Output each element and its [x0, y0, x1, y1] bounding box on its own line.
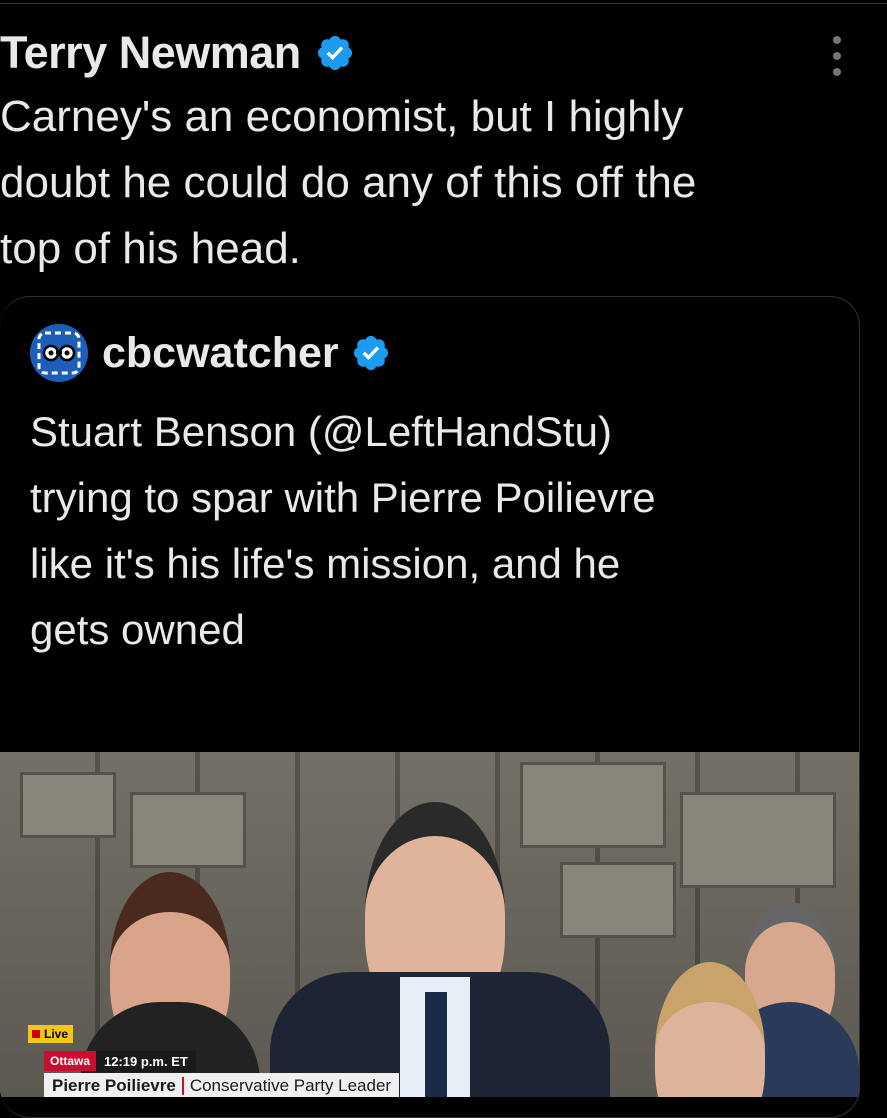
quoted-tweet[interactable]: cbcwatcher Stuart Benson (@LeftHandStu) … [0, 296, 860, 1118]
verified-badge-icon[interactable] [315, 33, 355, 73]
wall-stone [680, 792, 836, 888]
quote-author-name[interactable]: cbcwatcher [102, 329, 339, 378]
name-caption: Pierre Poilievre Conservative Party Lead… [44, 1073, 400, 1097]
more-dot [833, 52, 841, 60]
time-label: 12:19 p.m. ET [96, 1050, 196, 1072]
tweet-text: Carney's an economist, but I highly doub… [0, 92, 697, 273]
wall-stone [130, 792, 246, 868]
caption-person-name: Pierre Poilievre [52, 1076, 176, 1095]
divider [0, 3, 887, 4]
wall-stone [20, 772, 116, 838]
video-thumbnail[interactable]: Live Ottawa 12:19 p.m. ET Pierre Poiliev… [0, 752, 859, 1097]
wall-stone [520, 762, 666, 848]
caption-person-title: Conservative Party Leader [189, 1076, 392, 1095]
wall-stone [560, 862, 676, 938]
quote-text: Stuart Benson (@LeftHandStu) trying to s… [30, 408, 656, 653]
location-time-bar: Ottawa 12:19 p.m. ET [44, 1050, 196, 1072]
location-label: Ottawa [44, 1051, 97, 1071]
more-dot [833, 68, 841, 76]
more-vertical-icon[interactable] [822, 36, 852, 76]
author-name[interactable]: Terry Newman [0, 27, 301, 79]
caption-separator [181, 1077, 184, 1095]
live-badge: Live [28, 1025, 74, 1043]
verified-badge-icon[interactable] [351, 333, 391, 373]
news-lower-third: Live Ottawa 12:19 p.m. ET Pierre Poiliev… [0, 1017, 859, 1097]
cbcwatcher-avatar[interactable] [30, 324, 88, 382]
tweet-header: Terry Newman [0, 27, 355, 79]
quote-header: cbcwatcher [30, 323, 391, 383]
more-dot [833, 36, 841, 44]
